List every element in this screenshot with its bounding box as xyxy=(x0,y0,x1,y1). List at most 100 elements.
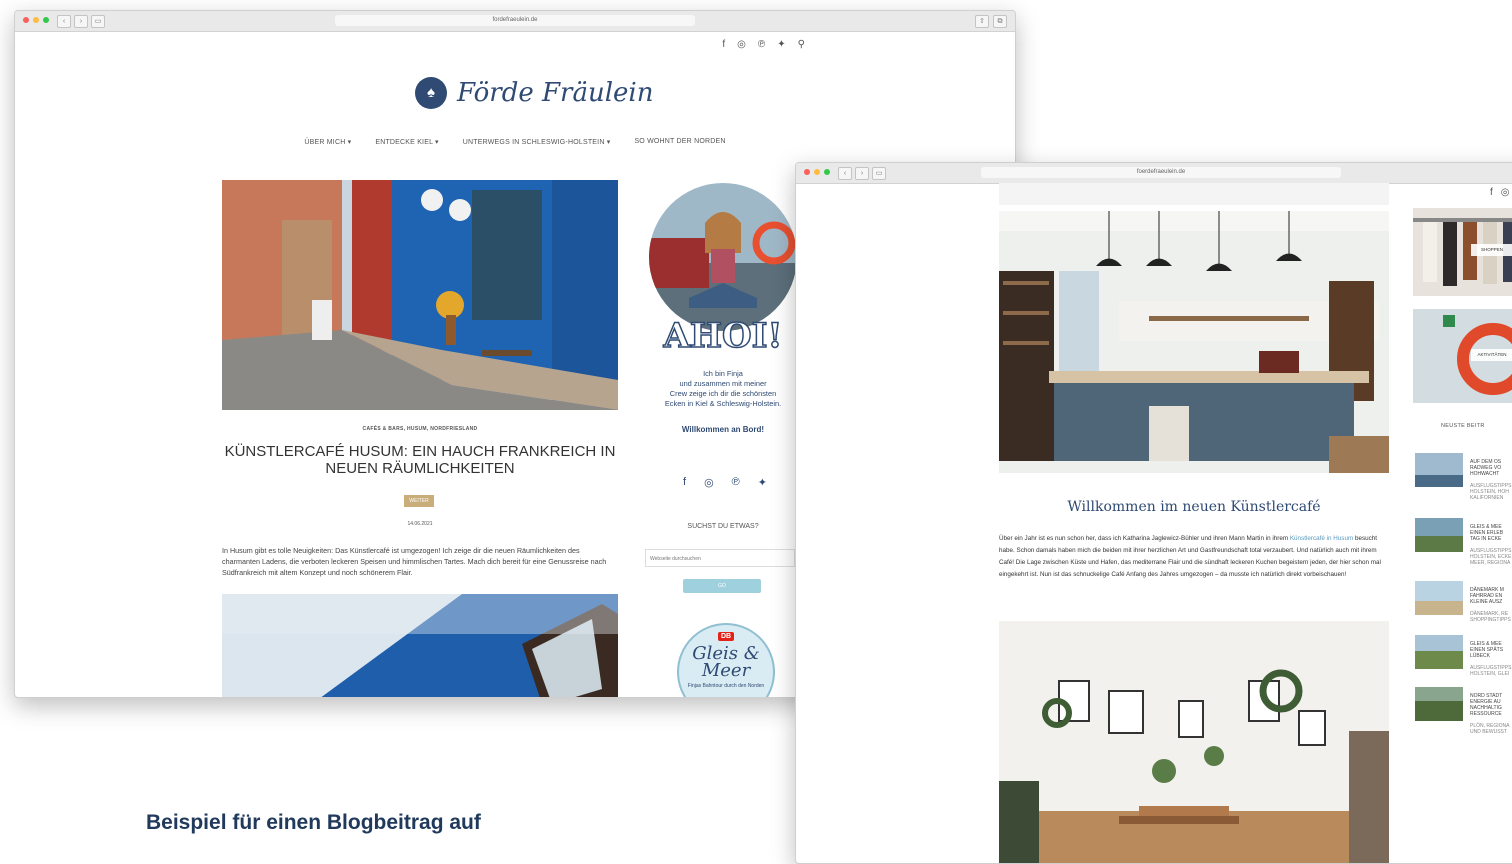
search-input[interactable]: Webseite durchsuchen xyxy=(645,549,795,567)
recent-post-categories[interactable]: AUSFLUGSTIPPS HOLSTEIN, HOH KALIFORNIEN xyxy=(1470,483,1512,501)
recent-post-title[interactable]: NORD STADT ENERGIE AU NACHHALTIG RESSOUR… xyxy=(1470,693,1512,717)
window-controls[interactable] xyxy=(23,17,49,23)
search-heading: SUCHST DU ETWAS? xyxy=(687,523,759,530)
nav-item-so-wohnt[interactable]: SO WOHNT DER NORDEN xyxy=(634,138,725,146)
welcome-text: Willkommen an Bord! xyxy=(681,425,765,434)
recent-post-categories[interactable]: PLÖN, REGIONA UND BEWUSST xyxy=(1470,723,1512,735)
gleis-und-meer-badge[interactable]: DB Gleis & Meer Finjas Bahntour durch de… xyxy=(677,623,775,697)
recent-post-title[interactable]: GLEIS & MEE EINEN ERLEB TAG IN ECKE xyxy=(1470,524,1512,542)
share-icon[interactable]: ⇧ xyxy=(975,15,989,28)
sidebar-toggle-icon[interactable]: ▭ xyxy=(91,15,105,28)
recent-post[interactable]: DÄNEMARK M FAHRRAD EN KLEINE AUSZ DÄNEMA… xyxy=(1470,581,1512,629)
facebook-icon[interactable]: f xyxy=(1490,187,1493,198)
main-navigation: ÜBER MICH ▾ ENTDECKE KIEL ▾ UNTERWEGS IN… xyxy=(15,138,1015,146)
second-post-image[interactable] xyxy=(222,594,618,697)
instagram-icon[interactable]: ◎ xyxy=(737,39,746,50)
minimize-window-icon[interactable] xyxy=(814,169,820,175)
author-avatar[interactable] xyxy=(649,183,797,331)
recent-post[interactable]: AUF DEM OS RADWEG VO HOHWACHT AUSFLUGSTI… xyxy=(1470,453,1512,507)
article-paragraph: Über ein Jahr ist es nun schon her, dass… xyxy=(999,533,1391,581)
facebook-icon[interactable]: f xyxy=(722,39,725,50)
forward-icon[interactable]: › xyxy=(855,167,869,180)
cafe-dining-room-image[interactable] xyxy=(999,621,1389,863)
nav-item-unterwegs[interactable]: UNTERWEGS IN SCHLESWIG-HOLSTEIN ▾ xyxy=(463,138,611,146)
recent-post-thumb[interactable] xyxy=(1415,453,1463,487)
tabs-icon[interactable]: ⧉ xyxy=(993,15,1007,28)
intro-line: und zusammen mit meiner xyxy=(679,379,767,388)
browser-toolbar: ‹ › ▭ forde­fraeulein.de ⇧ ⧉ xyxy=(15,11,1015,32)
recent-post-categories[interactable]: AUSFLUGSTIPPS HOLSTEIN, ECKE MEER, REGIO… xyxy=(1470,548,1512,566)
browser-toolbar: ‹ › ▭ foerdefraeulein.de xyxy=(796,163,1512,184)
recent-post-thumb[interactable] xyxy=(1415,635,1463,669)
sidebar-social-icons: f ◎ ℗ ✦ xyxy=(683,476,767,489)
gleis-subtitle: Finjas Bahntour durch den Norden xyxy=(687,683,765,689)
instagram-icon[interactable]: ◎ xyxy=(704,476,714,489)
back-icon[interactable]: ‹ xyxy=(57,15,71,28)
post-date: 14.06.2021 xyxy=(407,521,433,527)
site-logo[interactable]: ♠ Förde Fräulein xyxy=(415,77,653,109)
author-intro: Ich bin Finja und zusammen mit meiner Cr… xyxy=(645,369,801,409)
logo-text: Förde Fräulein xyxy=(457,78,654,108)
header-social-icons: f ◎ ℗ ✦ ⚲ xyxy=(722,39,805,50)
nav-item-ueber-mich[interactable]: ÜBER MICH ▾ xyxy=(304,138,351,146)
recent-post[interactable]: GLEIS & MEE EINEN SPÄTS LÜBECK AUSFLUGST… xyxy=(1470,635,1512,683)
recent-post-thumb[interactable] xyxy=(1415,581,1463,615)
recent-post[interactable]: NORD STADT ENERGIE AU NACHHALTIG RESSOUR… xyxy=(1470,687,1512,741)
toolbar-actions: ⇧ ⧉ xyxy=(975,15,1007,28)
post-categories[interactable]: CAFÉS & BARS, HUSUM, NORDFRIESLAND xyxy=(222,426,618,432)
recent-post[interactable]: GLEIS & MEE EINEN ERLEB TAG IN ECKE AUSF… xyxy=(1470,518,1512,572)
forward-icon[interactable]: › xyxy=(74,15,88,28)
close-window-icon[interactable] xyxy=(804,169,810,175)
recent-post-title[interactable]: AUF DEM OS RADWEG VO HOHWACHT xyxy=(1470,459,1512,477)
search-go-button[interactable]: GO xyxy=(683,579,761,593)
recent-post-categories[interactable]: AUSFLUGSTIPPS HOLSTEIN, GLEI xyxy=(1470,665,1512,677)
nav-buttons: ‹ › ▭ xyxy=(838,167,886,180)
twitter-icon[interactable]: ✦ xyxy=(777,39,785,50)
nav-item-entdecke-kiel[interactable]: ENTDECKE KIEL ▾ xyxy=(375,138,438,146)
header-social-icons: f ◎ xyxy=(1490,187,1510,198)
sidebar-toggle-icon[interactable]: ▭ xyxy=(872,167,886,180)
twitter-icon[interactable]: ✦ xyxy=(758,476,767,489)
intro-line: Ecken in Kiel & Schleswig-Holstein. xyxy=(664,399,782,408)
recent-post-thumb[interactable] xyxy=(1415,518,1463,552)
minimize-window-icon[interactable] xyxy=(33,17,39,23)
instagram-icon[interactable]: ◎ xyxy=(1501,187,1510,198)
section-heading: Willkommen im neuen Künstlercafé xyxy=(1067,499,1321,515)
close-window-icon[interactable] xyxy=(23,17,29,23)
facebook-icon[interactable]: f xyxy=(683,476,686,489)
back-icon[interactable]: ‹ xyxy=(838,167,852,180)
nav-buttons: ‹ › ▭ xyxy=(57,15,105,28)
image-top-strip xyxy=(999,183,1389,205)
post-title[interactable]: KÜNSTLERCAFÉ HUSUM: EIN HAUCH FRANKREICH… xyxy=(222,443,618,477)
cafe-interior-image[interactable] xyxy=(999,211,1389,473)
db-logo: DB xyxy=(717,632,735,641)
address-bar[interactable]: foerdefraeulein.de xyxy=(981,167,1341,178)
intro-line: Crew zeige ich dir die schönsten xyxy=(669,389,777,398)
zoom-window-icon[interactable] xyxy=(43,17,49,23)
search-icon[interactable]: ⚲ xyxy=(798,39,805,50)
shop-label[interactable]: SHOPPEN xyxy=(1471,244,1512,256)
recent-post-categories[interactable]: DÄNEMARK, RE SHOPPINGTIPPS xyxy=(1470,611,1512,623)
shop-category-tile[interactable]: SHOPPEN xyxy=(1413,208,1512,296)
gleis-title: Gleis & Meer xyxy=(692,643,760,681)
browser-window-blog-post: ‹ › ▭ foerdefraeulein.de f ◎ Willkommen … xyxy=(795,162,1512,864)
post-hero-image[interactable] xyxy=(222,180,618,410)
zoom-window-icon[interactable] xyxy=(824,169,830,175)
ahoi-heading: AHOI! xyxy=(663,315,783,357)
address-bar[interactable]: forde­fraeulein.de xyxy=(335,15,695,26)
post-excerpt: In Husum gibt es tolle Neuigkeiten: Das … xyxy=(222,546,607,577)
article-text: Über ein Jahr ist es nun schon her, dass… xyxy=(999,535,1289,542)
recent-post-title[interactable]: DÄNEMARK M FAHRRAD EN KLEINE AUSZ xyxy=(1470,587,1512,605)
activities-label[interactable]: AKTIVITÄTEN xyxy=(1471,349,1512,361)
post-tag-badge[interactable]: WEITER xyxy=(404,495,434,507)
window-controls[interactable] xyxy=(804,169,830,175)
pinterest-icon[interactable]: ℗ xyxy=(758,39,765,50)
recent-post-title[interactable]: GLEIS & MEE EINEN SPÄTS LÜBECK xyxy=(1470,641,1512,659)
logo-silhouette-icon: ♠ xyxy=(415,77,447,109)
activities-category-tile[interactable]: AKTIVITÄTEN xyxy=(1413,309,1512,403)
pinterest-icon[interactable]: ℗ xyxy=(732,476,740,489)
recent-post-thumb[interactable] xyxy=(1415,687,1463,721)
article-link[interactable]: Künstlercafé in Husum xyxy=(1290,535,1353,542)
intro-line: Ich bin Finja xyxy=(703,369,743,378)
figure-caption: Beispiel für einen Blogbeitrag auf xyxy=(146,811,481,834)
